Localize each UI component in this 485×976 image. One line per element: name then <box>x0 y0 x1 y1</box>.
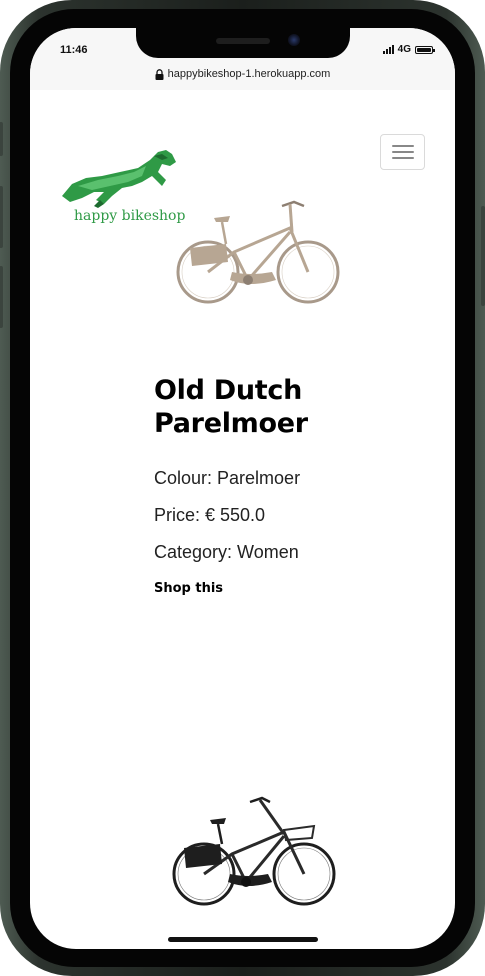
product-title-line-1: Old Dutch <box>154 375 303 406</box>
power-button <box>481 206 485 306</box>
volume-down-button <box>0 266 3 328</box>
network-type: 4G <box>397 44 411 55</box>
logo-text: happy bikeshop <box>74 208 186 224</box>
phone-frame: 11:46 4G happybikeshop-1.herokuapp.com h… <box>0 0 485 976</box>
product-colour: Colour: Parelmoer <box>154 468 301 488</box>
hamburger-menu-icon <box>391 145 414 147</box>
speaker <box>216 38 270 44</box>
product-price: Price: € 550.0 <box>154 505 266 525</box>
status-indicators: 4G <box>382 44 435 55</box>
shop-this-link[interactable]: Shop this <box>154 581 223 596</box>
hamburger-menu-icon-bar <box>391 151 414 153</box>
product-title: Old Dutch Parelmoer <box>154 374 424 440</box>
menu-toggle-button[interactable] <box>380 134 425 170</box>
battery-icon <box>415 45 435 54</box>
product-details: Old Dutch Parelmoer Colour: Parelmoer Pr… <box>154 374 424 597</box>
url-text: happybikeshop-1.herokuapp.com <box>167 68 331 80</box>
address-bar[interactable]: happybikeshop-1.herokuapp.com <box>30 68 455 80</box>
notch <box>136 28 350 58</box>
bike-image-parelmoer <box>176 200 340 304</box>
lock-icon <box>155 68 164 80</box>
screen: 11:46 4G happybikeshop-1.herokuapp.com h… <box>30 28 455 949</box>
status-time: 11:46 <box>60 44 88 56</box>
volume-up-button <box>0 186 3 248</box>
home-indicator[interactable] <box>168 937 318 942</box>
product-title-line-2: Parelmoer <box>154 408 308 439</box>
signal-icon <box>382 45 394 54</box>
hamburger-menu-icon-bar <box>391 157 414 159</box>
silent-switch <box>0 122 3 156</box>
product-category: Category: Women <box>154 542 299 562</box>
camera <box>288 34 300 46</box>
bike-image-next <box>172 796 336 906</box>
